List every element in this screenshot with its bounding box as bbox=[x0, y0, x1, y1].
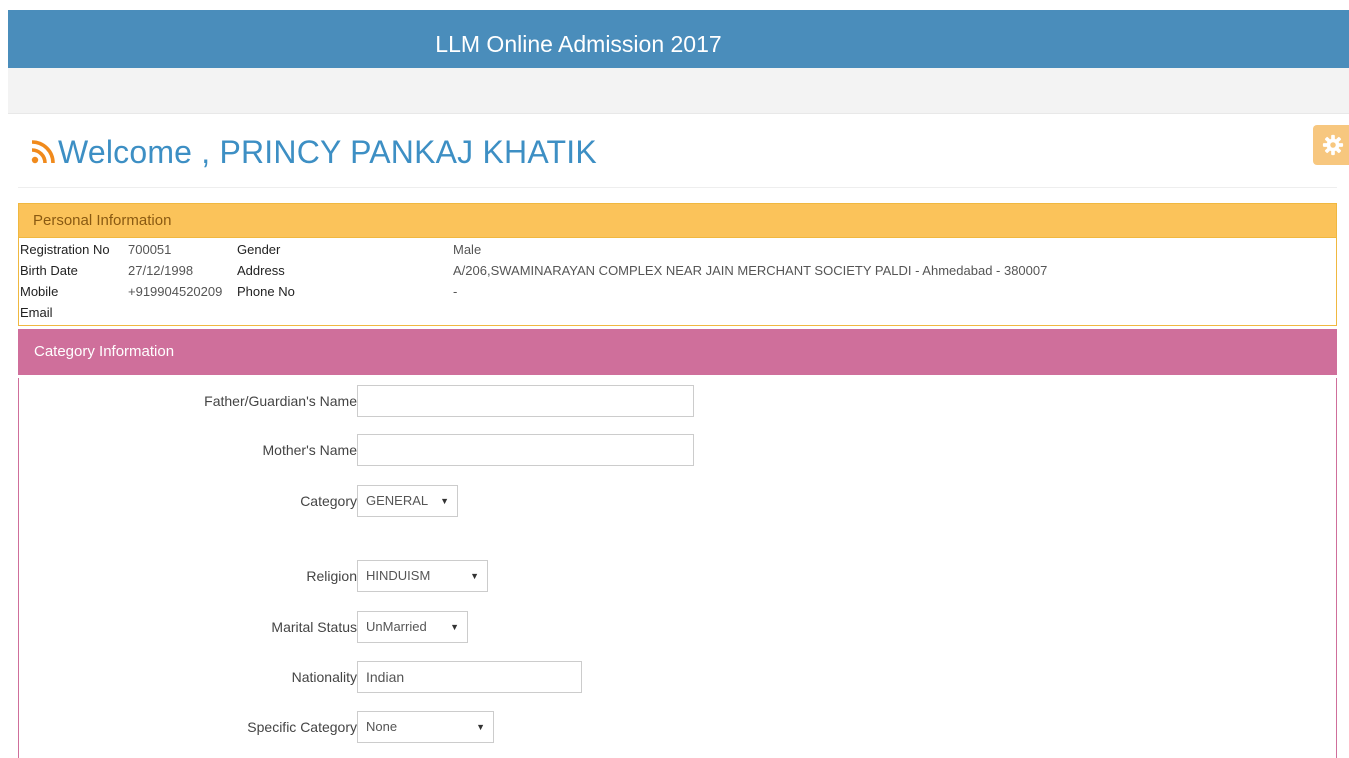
mobile-value: +919904520209 bbox=[128, 284, 223, 299]
specific-category-select-value: None bbox=[366, 719, 398, 734]
app-title: LLM Online Admission 2017 bbox=[435, 31, 722, 57]
religion-row: Religion HINDUISM ▼ bbox=[19, 560, 1336, 592]
specific-category-row: Specific Category None ▼ bbox=[19, 711, 1336, 743]
address-value: A/206,SWAMINARAYAN COMPLEX NEAR JAIN MER… bbox=[453, 263, 1048, 278]
specific-category-select[interactable]: None ▼ bbox=[357, 711, 494, 743]
nationality-label: Nationality bbox=[291, 669, 357, 685]
caret-down-icon: ▼ bbox=[476, 722, 485, 732]
nationality-row: Nationality bbox=[19, 661, 1336, 693]
category-select-value: GENERAL bbox=[366, 493, 429, 508]
phone-label: Phone No bbox=[237, 284, 295, 299]
registration-value: 700051 bbox=[128, 242, 172, 257]
personal-info-panel: Personal Information Registration No 700… bbox=[18, 203, 1337, 326]
category-label: Category bbox=[300, 493, 357, 509]
caret-down-icon: ▼ bbox=[450, 622, 459, 632]
email-label: Email bbox=[20, 305, 53, 320]
personal-info-heading: Personal Information bbox=[19, 204, 1336, 238]
nationality-input[interactable] bbox=[357, 661, 582, 693]
registration-label: Registration No bbox=[20, 242, 110, 257]
father-name-row: Father/Guardian's Name bbox=[19, 385, 1336, 417]
phone-value: - bbox=[453, 284, 458, 299]
category-select[interactable]: GENERAL ▼ bbox=[357, 485, 458, 517]
top-header-bar: LLM Online Admission 2017 bbox=[8, 10, 1349, 68]
gender-value: Male bbox=[453, 242, 482, 257]
category-info-heading: Category Information bbox=[18, 329, 1337, 375]
rss-icon bbox=[31, 140, 55, 164]
welcome-text: Welcome , PRINCY PANKAJ KHATIK bbox=[58, 133, 597, 170]
gender-label: Gender bbox=[237, 242, 281, 257]
caret-down-icon: ▼ bbox=[470, 571, 479, 581]
settings-button[interactable] bbox=[1313, 125, 1349, 165]
mother-name-input[interactable] bbox=[357, 434, 694, 466]
religion-label: Religion bbox=[306, 568, 357, 584]
marital-status-select-value: UnMarried bbox=[366, 619, 427, 634]
birth-date-value: 27/12/1998 bbox=[128, 263, 194, 278]
caret-down-icon: ▼ bbox=[440, 496, 449, 506]
sub-nav-bar bbox=[8, 68, 1349, 114]
address-label: Address bbox=[237, 263, 285, 278]
category-row: Category GENERAL ▼ bbox=[19, 485, 1336, 517]
marital-status-label: Marital Status bbox=[271, 619, 357, 635]
religion-select-value: HINDUISM bbox=[366, 568, 431, 583]
specific-category-label: Specific Category bbox=[247, 719, 357, 735]
divider bbox=[18, 187, 1337, 188]
welcome-heading: Welcome , PRINCY PANKAJ KHATIK bbox=[30, 130, 597, 174]
birth-date-label: Birth Date bbox=[20, 263, 78, 278]
category-info-panel: Father/Guardian's Name Mother's Name Cat… bbox=[18, 378, 1337, 758]
gear-icon bbox=[1322, 134, 1344, 156]
father-name-input[interactable] bbox=[357, 385, 694, 417]
marital-status-row: Marital Status UnMarried ▼ bbox=[19, 611, 1336, 643]
marital-status-select[interactable]: UnMarried ▼ bbox=[357, 611, 468, 643]
religion-select[interactable]: HINDUISM ▼ bbox=[357, 560, 488, 592]
mobile-label: Mobile bbox=[20, 284, 59, 299]
mother-name-row: Mother's Name bbox=[19, 434, 1336, 466]
father-name-label: Father/Guardian's Name bbox=[204, 393, 357, 409]
mother-name-label: Mother's Name bbox=[262, 442, 357, 458]
